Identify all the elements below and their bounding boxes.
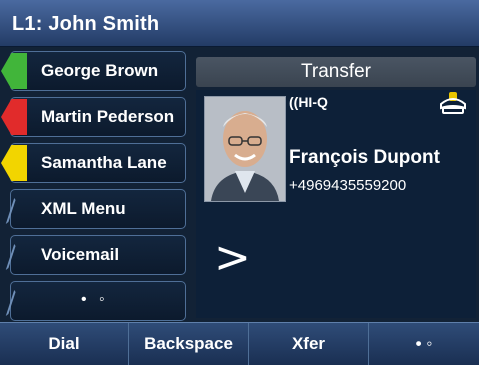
line-key-martin-pederson[interactable]: Martin Pederson xyxy=(1,97,186,137)
xml-menu-key[interactable]: XML Menu xyxy=(5,189,186,229)
softkey-bar: Dial Backspace Xfer • ◦ xyxy=(0,322,479,365)
person-photo-icon xyxy=(205,97,285,201)
contact-avatar xyxy=(204,96,286,202)
next-arrow-icon[interactable]: > xyxy=(214,236,251,280)
transfer-title: Transfer xyxy=(300,61,372,82)
more-softkey[interactable]: • ◦ xyxy=(369,323,479,365)
line-key-label: George Brown xyxy=(41,61,159,80)
line-key-label: Voicemail xyxy=(41,245,120,264)
transfer-header: Transfer xyxy=(196,57,476,87)
contact-number: +4969435559200 xyxy=(289,177,407,194)
line-key-label: Samantha Lane xyxy=(41,153,167,172)
backspace-softkey[interactable]: Backspace xyxy=(129,323,249,365)
hiq-logo: ((HI-Q xyxy=(289,94,328,110)
handset-icon xyxy=(440,92,466,114)
page-dots: • ◦ xyxy=(81,291,109,308)
voicemail-key[interactable]: Voicemail xyxy=(5,235,186,275)
dial-softkey[interactable]: Dial xyxy=(0,323,129,365)
line-key-label: XML Menu xyxy=(41,199,126,218)
contact-name: François Dupont xyxy=(289,147,440,168)
xfer-softkey[interactable]: Xfer xyxy=(249,323,369,365)
line-key-george-brown[interactable]: George Brown xyxy=(1,51,186,91)
line-title: L1: John Smith xyxy=(12,13,160,35)
more-keys-page[interactable]: • ◦ xyxy=(5,281,186,321)
title-bar: L1: John Smith xyxy=(0,0,479,47)
line-key-samantha-lane[interactable]: Samantha Lane xyxy=(1,143,186,183)
line-key-label: Martin Pederson xyxy=(41,107,175,126)
